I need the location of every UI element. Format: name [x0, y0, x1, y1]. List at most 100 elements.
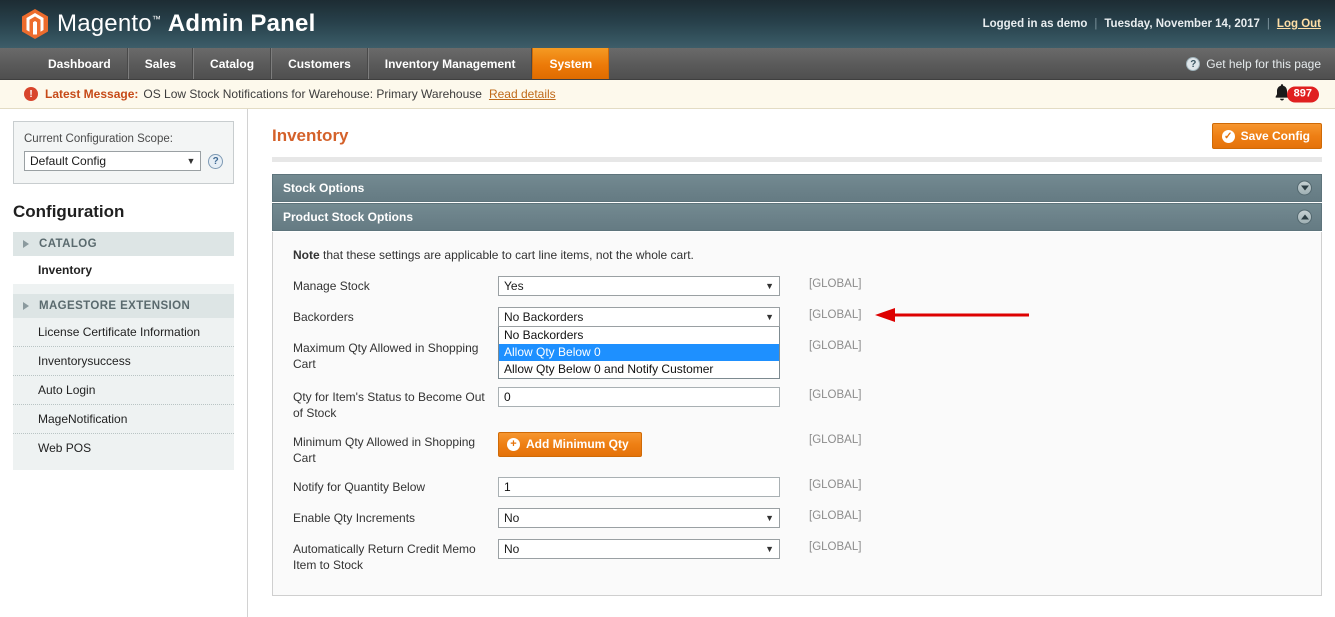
plus-circle-icon: +: [507, 437, 520, 451]
sidebar-item-inventorysuccess[interactable]: Inventorysuccess: [13, 347, 234, 376]
nav-item-customers[interactable]: Customers: [271, 48, 368, 79]
sidebar-group-catalog[interactable]: CATALOG: [13, 232, 234, 256]
notify-quantity-below-input[interactable]: [498, 477, 780, 497]
enable-qty-increments-select[interactable]: No ▼: [498, 508, 780, 528]
notifications-indicator[interactable]: 897: [1273, 83, 1319, 106]
product-stock-options-body: Note that these settings are applicable …: [272, 232, 1322, 596]
check-circle-icon: ✓: [1221, 129, 1235, 143]
field-scope-maximum-qty: [GLOBAL]: [809, 340, 862, 352]
auto-return-credit-memo-value: No: [504, 542, 520, 556]
chevron-down-icon: ▼: [765, 312, 774, 322]
triangle-right-icon: [23, 240, 29, 248]
logo-text-admin-panel: Admin Panel: [167, 10, 316, 37]
header-rule: [272, 157, 1322, 162]
field-label-minimum-qty: Minimum Qty Allowed in Shopping Cart: [293, 435, 476, 465]
auto-return-credit-memo-select[interactable]: No ▼: [498, 539, 780, 559]
field-row-maximum-qty: Maximum Qty Allowed in Shopping Cart [GL…: [273, 338, 1321, 372]
field-row-enable-qty-increments: Enable Qty Increments No ▼ [GLOBAL]: [273, 508, 1321, 528]
notification-count-badge: 897: [1286, 86, 1319, 102]
nav-item-system[interactable]: System: [532, 48, 610, 79]
field-scope-auto-return-credit-memo: [GLOBAL]: [809, 541, 862, 553]
note-rest: that these settings are applicable to ca…: [319, 248, 694, 262]
nav-item-inventory-management[interactable]: Inventory Management: [367, 48, 533, 79]
log-out-link[interactable]: Log Out: [1277, 18, 1321, 30]
field-control-backorders: No Backorders ▼ No Backorders Allow Qty …: [498, 307, 780, 379]
add-minimum-qty-button[interactable]: + Add Minimum Qty: [498, 432, 642, 457]
field-row-manage-stock: Manage Stock Yes ▼ [GLOBAL]: [273, 276, 1321, 296]
logo-trademark: ™: [151, 14, 162, 24]
sidebar-group-catalog-label: CATALOG: [39, 238, 97, 250]
field-control-out-of-stock-qty: [498, 387, 780, 407]
field-label-enable-qty-increments: Enable Qty Increments: [293, 511, 416, 525]
field-label-maximum-qty: Maximum Qty Allowed in Shopping Cart: [293, 341, 479, 371]
sidebar-divider: [13, 284, 234, 294]
latest-message-label: Latest Message:: [45, 87, 139, 101]
scope-row: Default Config ▼ ?: [24, 151, 223, 171]
sidebar-item-inventory[interactable]: Inventory: [13, 256, 234, 284]
field-scope-minimum-qty: [GLOBAL]: [809, 434, 862, 446]
field-scope-notify-quantity-below: [GLOBAL]: [809, 479, 862, 491]
scope-label: Current Configuration Scope:: [24, 133, 173, 145]
nav-item-dashboard[interactable]: Dashboard: [32, 48, 128, 79]
configuration-title: Configuration: [13, 202, 125, 221]
chevron-up-icon[interactable]: [1297, 209, 1312, 225]
save-config-button[interactable]: ✓ Save Config: [1211, 123, 1322, 149]
out-of-stock-qty-input[interactable]: [498, 387, 780, 407]
main-content: Inventory ✓ Save Config Stock Options Pr…: [248, 109, 1335, 617]
chevron-down-icon[interactable]: [1297, 180, 1312, 196]
section-product-stock-options-label: Product Stock Options: [283, 210, 414, 224]
scope-select-value: Default Config: [30, 154, 107, 168]
manage-stock-select[interactable]: Yes ▼: [498, 276, 780, 296]
configuration-scope-box: Current Configuration Scope: Default Con…: [13, 121, 234, 184]
config-sidebar: Current Configuration Scope: Default Con…: [0, 109, 248, 617]
manage-stock-value: Yes: [504, 279, 524, 293]
triangle-right-icon: [23, 302, 29, 310]
configuration-scope-select[interactable]: Default Config ▼: [24, 151, 202, 171]
nav-item-sales[interactable]: Sales: [127, 48, 194, 79]
sidebar-item-magenotification[interactable]: MageNotification: [13, 405, 234, 434]
read-details-link[interactable]: Read details: [489, 87, 556, 101]
field-label-manage-stock: Manage Stock: [293, 279, 370, 293]
latest-message-bar: ! Latest Message: OS Low Stock Notificat…: [0, 80, 1335, 109]
field-label-backorders: Backorders: [293, 310, 354, 324]
get-help-label: Get help for this page: [1206, 57, 1321, 71]
backorders-select[interactable]: No Backorders ▼: [498, 307, 780, 327]
header-separator-2: |: [1266, 18, 1270, 30]
backorders-option-no-backorders[interactable]: No Backorders: [499, 327, 779, 344]
backorders-value: No Backorders: [504, 310, 584, 324]
field-control-auto-return-credit-memo: No ▼: [498, 539, 780, 559]
sidebar-item-license-certificate-information[interactable]: License Certificate Information: [13, 318, 234, 347]
field-scope-enable-qty-increments: [GLOBAL]: [809, 510, 862, 522]
field-scope-manage-stock: [GLOBAL]: [809, 278, 862, 290]
backorders-option-allow-qty-below-0[interactable]: Allow Qty Below 0: [499, 344, 779, 361]
chevron-down-icon: ▼: [765, 281, 774, 291]
header-account-bar: Logged in as demo | Tuesday, November 14…: [983, 0, 1321, 48]
scope-help-icon[interactable]: ?: [208, 153, 223, 169]
sidebar-footer-spacer: [13, 462, 234, 470]
field-row-notify-quantity-below: Notify for Quantity Below [GLOBAL]: [273, 477, 1321, 497]
sidebar-item-web-pos[interactable]: Web POS: [13, 434, 234, 462]
logo[interactable]: Magento™ Admin Panel: [22, 9, 315, 39]
field-control-notify-quantity-below: [498, 477, 780, 497]
sidebar-item-auto-login[interactable]: Auto Login: [13, 376, 234, 405]
backorders-option-allow-qty-below-0-and-notify-customer[interactable]: Allow Qty Below 0 and Notify Customer: [499, 361, 779, 378]
logo-text: Magento™ Admin Panel: [57, 10, 315, 38]
field-control-enable-qty-increments: No ▼: [498, 508, 780, 528]
field-control-minimum-qty: + Add Minimum Qty: [498, 432, 780, 457]
get-help-link[interactable]: ? Get help for this page: [1186, 48, 1321, 80]
field-label-out-of-stock-qty: Qty for Item's Status to Become Out of S…: [293, 390, 485, 420]
sidebar-group-magestore-extension[interactable]: MAGESTORE EXTENSION: [13, 294, 234, 318]
field-scope-backorders: [GLOBAL]: [809, 309, 862, 321]
logged-in-as: Logged in as demo: [982, 18, 1088, 30]
note-line: Note that these settings are applicable …: [273, 248, 1321, 276]
latest-message-text: OS Low Stock Notifications for Warehouse…: [143, 87, 482, 101]
magento-logo-icon: [22, 9, 48, 39]
section-product-stock-options[interactable]: Product Stock Options: [272, 203, 1322, 231]
nav-item-catalog[interactable]: Catalog: [193, 48, 272, 79]
field-label-notify-quantity-below: Notify for Quantity Below: [293, 480, 426, 494]
backorders-dropdown-list[interactable]: No Backorders Allow Qty Below 0 Allow Qt…: [498, 327, 780, 379]
section-stock-options[interactable]: Stock Options: [272, 174, 1322, 202]
enable-qty-increments-value: No: [504, 511, 520, 525]
section-stock-options-label: Stock Options: [283, 181, 365, 195]
field-row-minimum-qty: Minimum Qty Allowed in Shopping Cart + A…: [273, 432, 1321, 466]
